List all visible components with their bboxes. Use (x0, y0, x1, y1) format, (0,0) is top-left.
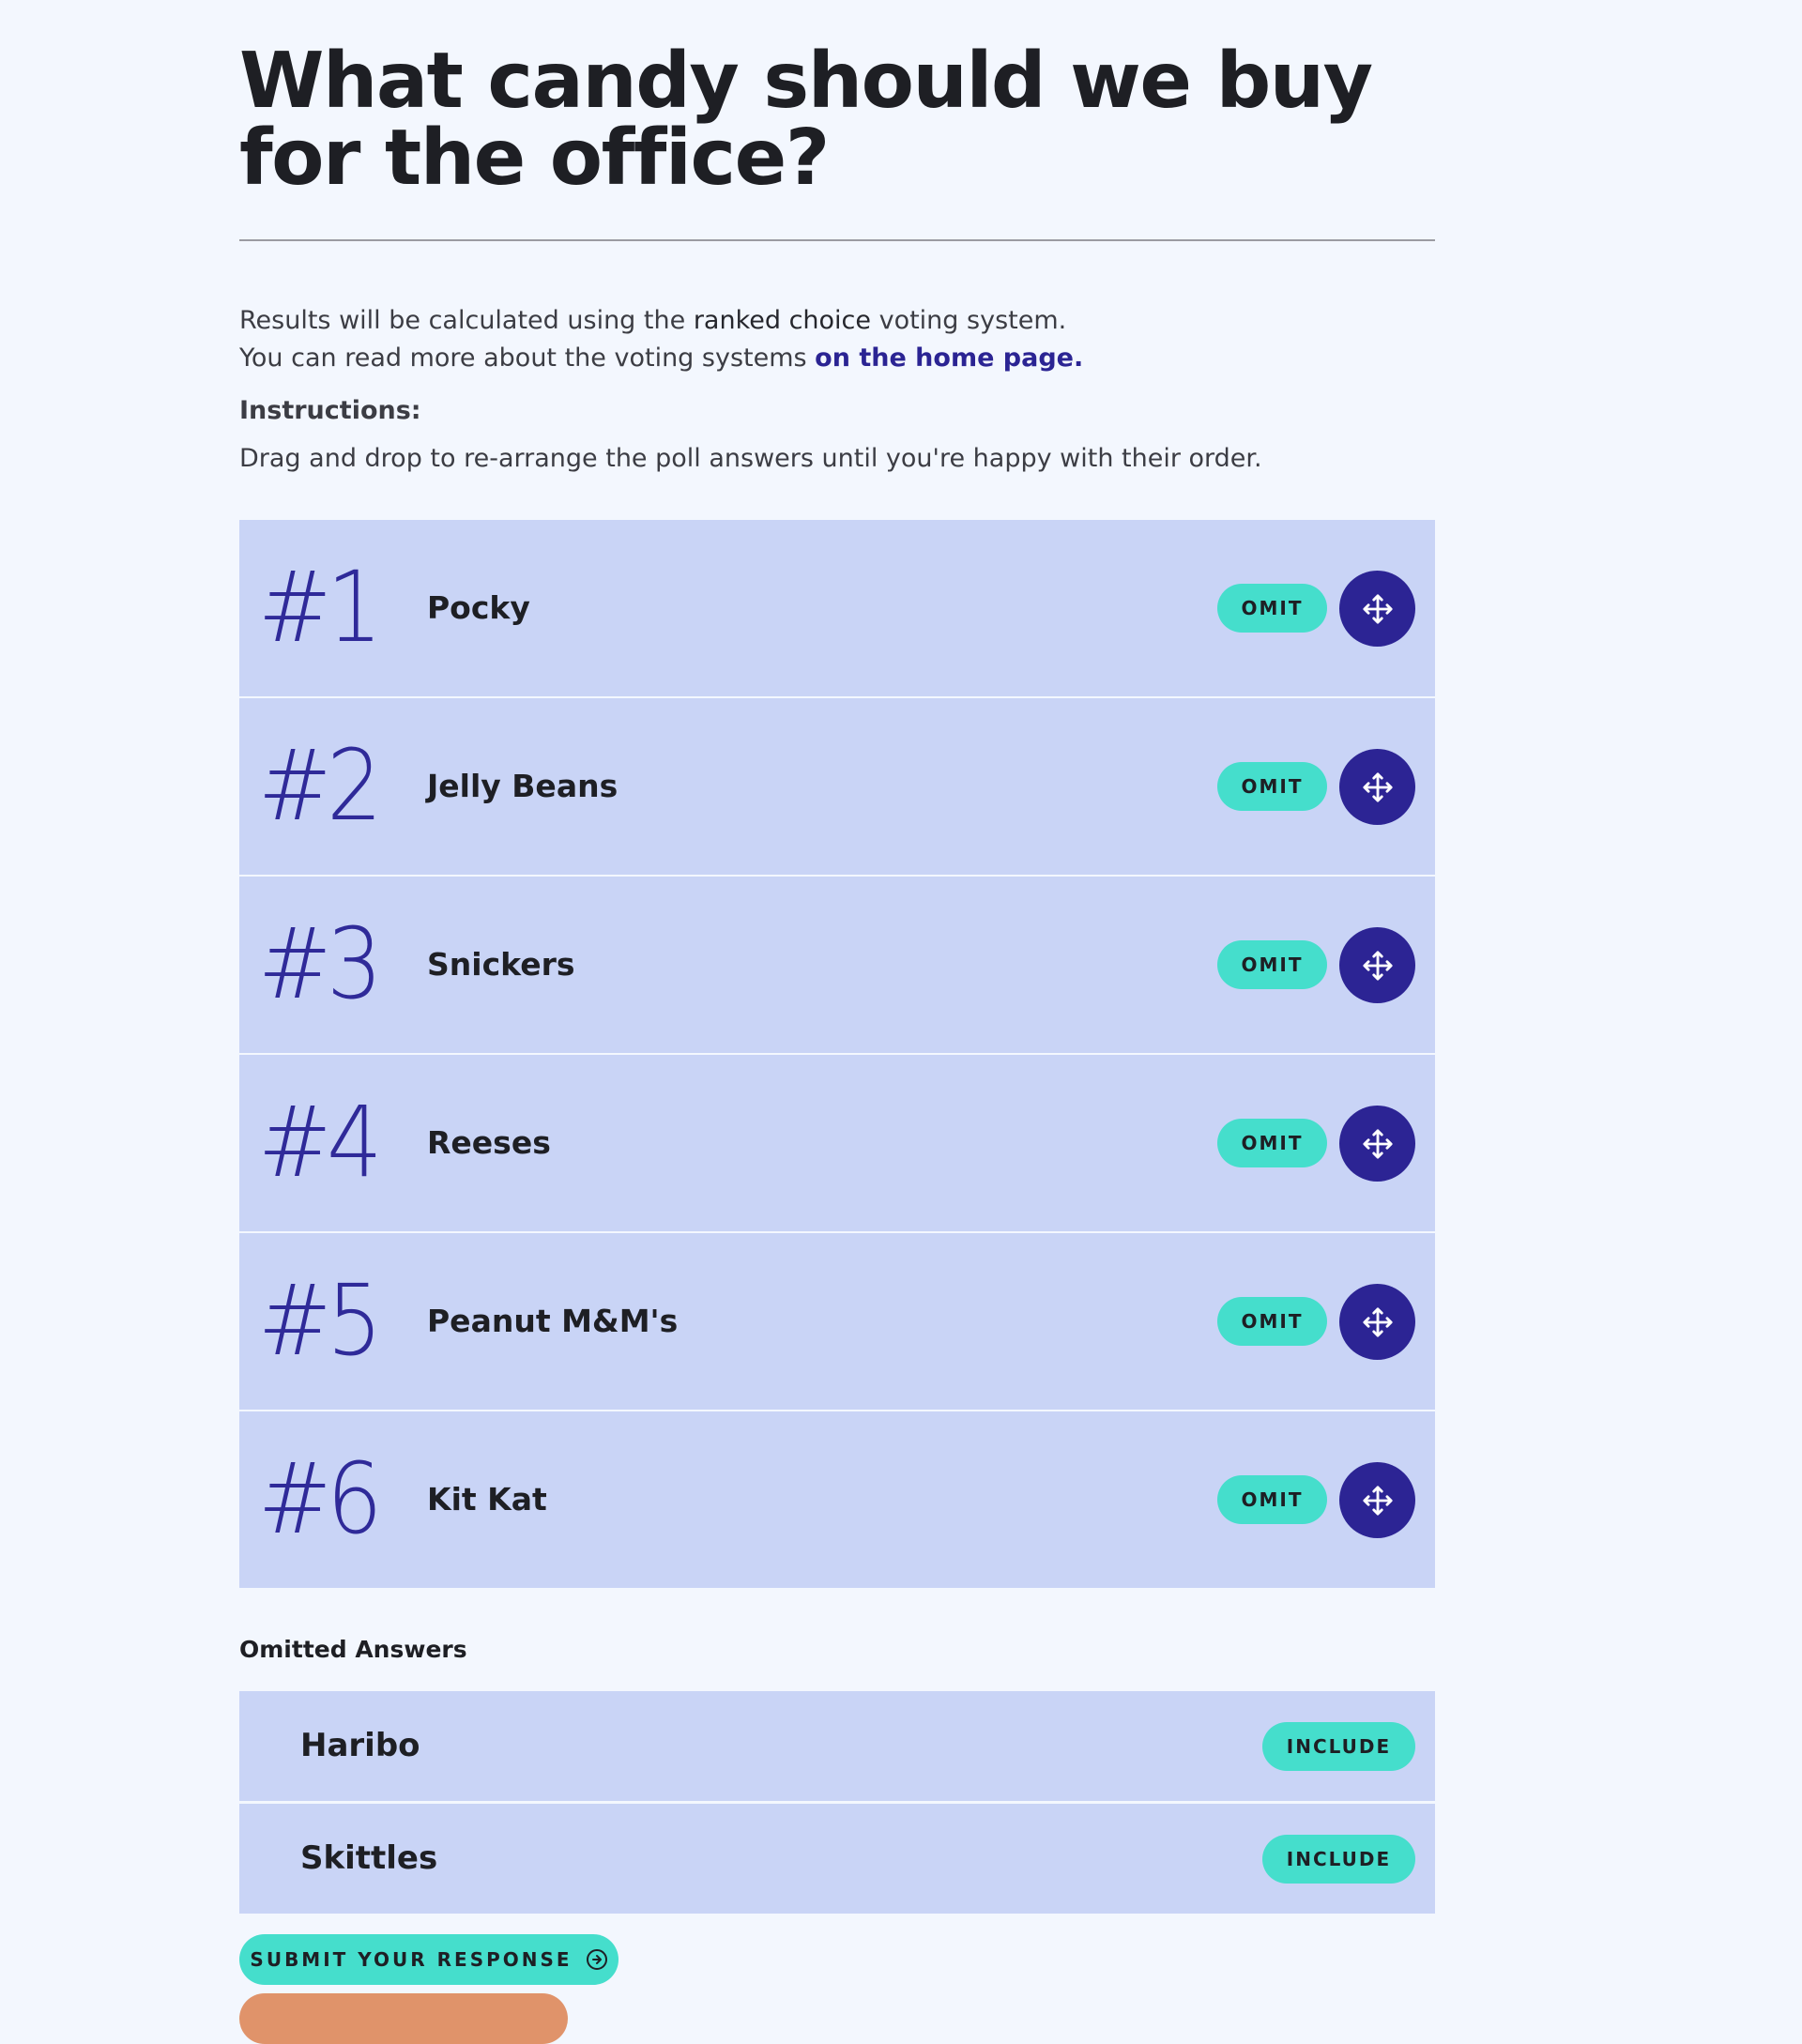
rank-number: #1 (258, 550, 383, 664)
drag-handle[interactable] (1339, 1462, 1415, 1538)
arrow-circle-right-icon (586, 1948, 608, 1971)
omitted-answers-heading: Omitted Answers (239, 1636, 467, 1663)
voting-system-line: Results will be calculated using the ran… (239, 306, 1067, 335)
answer-label: Reeses (427, 1124, 551, 1161)
drag-handle[interactable] (1339, 927, 1415, 1003)
answer-label: Jelly Beans (427, 768, 618, 804)
submit-response-label: SUBMIT YOUR RESPONSE (250, 1948, 573, 1971)
answer-label: Kit Kat (427, 1481, 547, 1518)
ranked-answer-row[interactable]: #1 Pocky OMIT (239, 520, 1435, 696)
ranked-answer-row[interactable]: #5 Peanut M&M's OMIT (239, 1233, 1435, 1410)
answer-label: Pocky (427, 589, 530, 626)
move-arrows-icon (1362, 1306, 1393, 1337)
drag-handle[interactable] (1339, 749, 1415, 825)
move-arrows-icon (1362, 593, 1393, 624)
omit-button[interactable]: OMIT (1217, 762, 1327, 811)
submit-response-button[interactable]: SUBMIT YOUR RESPONSE (239, 1934, 618, 1985)
voting-intro: Results will be calculated using the ran… (239, 302, 1435, 377)
move-arrows-icon (1362, 950, 1393, 981)
secondary-button[interactable] (239, 1993, 568, 2044)
omit-button[interactable]: OMIT (1217, 1475, 1327, 1524)
omitted-answer-label: Haribo (300, 1727, 420, 1764)
instructions-text: Drag and drop to re-arrange the poll ans… (239, 444, 1262, 473)
omitted-answer-row: Skittles INCLUDE (239, 1804, 1435, 1914)
omit-button[interactable]: OMIT (1217, 1119, 1327, 1167)
rank-number: #5 (258, 1263, 383, 1378)
rank-number: #2 (258, 728, 383, 843)
rank-number: #4 (258, 1085, 383, 1199)
drag-handle[interactable] (1339, 1106, 1415, 1182)
read-more-line: You can read more about the voting syste… (239, 343, 1084, 373)
home-page-link[interactable]: on the home page. (815, 343, 1083, 373)
answer-label: Snickers (427, 946, 575, 983)
rank-number: #6 (258, 1441, 383, 1556)
omit-button[interactable]: OMIT (1217, 940, 1327, 989)
drag-handle[interactable] (1339, 1284, 1415, 1360)
ranked-answer-row[interactable]: #3 Snickers OMIT (239, 877, 1435, 1053)
move-arrows-icon (1362, 1128, 1393, 1159)
title-divider (239, 239, 1435, 241)
include-button[interactable]: INCLUDE (1262, 1835, 1415, 1884)
include-button[interactable]: INCLUDE (1262, 1722, 1415, 1771)
drag-handle[interactable] (1339, 571, 1415, 647)
rank-number: #3 (258, 907, 383, 1021)
answer-label: Peanut M&M's (427, 1303, 679, 1339)
ranked-answer-row[interactable]: #2 Jelly Beans OMIT (239, 698, 1435, 875)
move-arrows-icon (1362, 1485, 1393, 1516)
poll-page: What candy should we buy for the office?… (239, 0, 1435, 2044)
ranked-answer-row[interactable]: #4 Reeses OMIT (239, 1055, 1435, 1231)
omit-button[interactable]: OMIT (1217, 1297, 1327, 1346)
move-arrows-icon (1362, 771, 1393, 802)
instructions-label: Instructions: (239, 396, 421, 425)
omitted-answer-row: Haribo INCLUDE (239, 1691, 1435, 1801)
page-title: What candy should we buy for the office? (239, 37, 1373, 203)
ranked-answer-row[interactable]: #6 Kit Kat OMIT (239, 1411, 1435, 1588)
omitted-answer-label: Skittles (300, 1839, 438, 1877)
omit-button[interactable]: OMIT (1217, 584, 1327, 633)
voting-system-name: ranked choice (693, 306, 872, 335)
